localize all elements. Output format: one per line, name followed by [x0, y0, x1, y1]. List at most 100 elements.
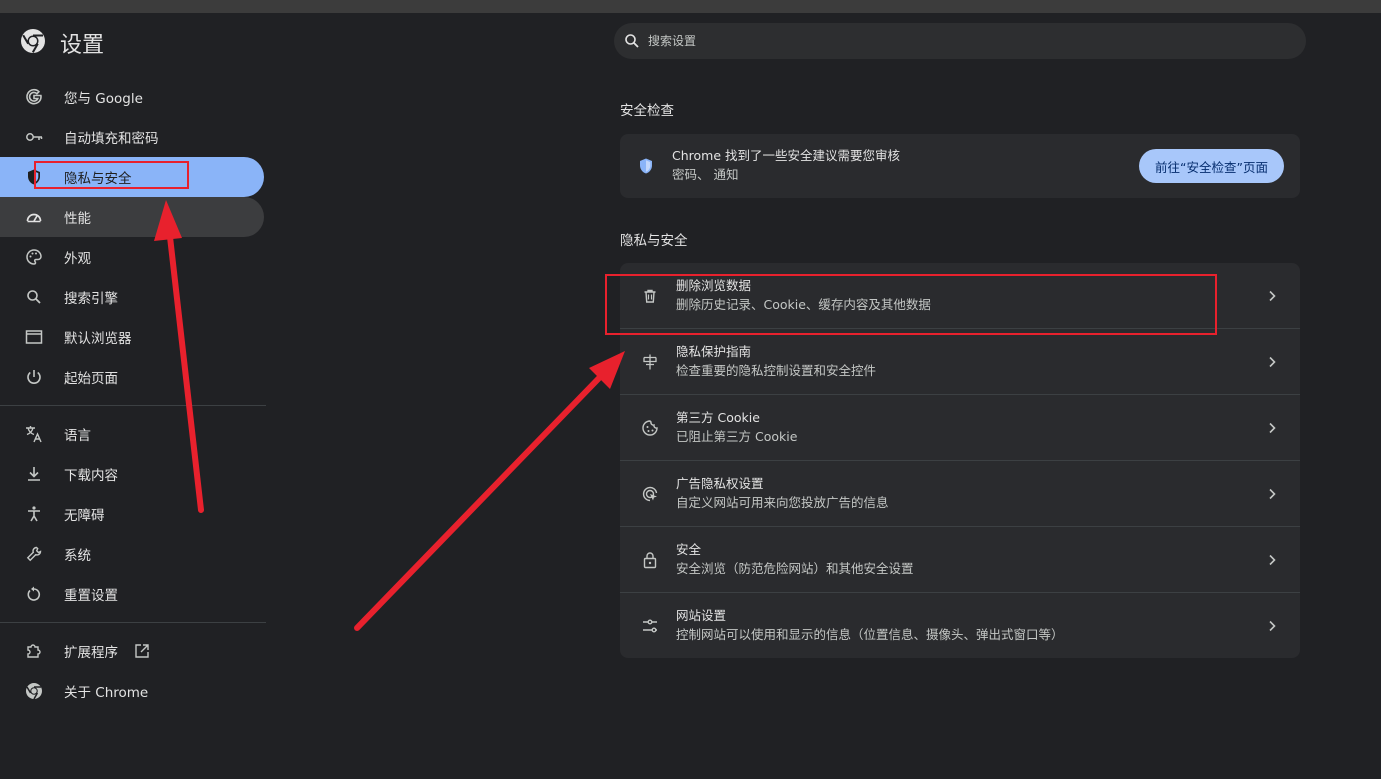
- ad-privacy-row[interactable]: 广告隐私权设置 自定义网站可用来向您投放广告的信息: [620, 460, 1300, 526]
- row-subtitle: 控制网站可以使用和显示的信息（位置信息、摄像头、弹出式窗口等）: [676, 626, 1064, 642]
- row-texts: 第三方 Cookie 已阻止第三方 Cookie: [676, 409, 1262, 447]
- sidebar-item-on-startup[interactable]: 起始页面: [0, 357, 266, 397]
- row-title: 第三方 Cookie: [676, 409, 760, 425]
- go-to-safety-check-button[interactable]: 前往“安全检查”页面: [1139, 149, 1284, 183]
- sidebar-item-accessibility[interactable]: 无障碍: [0, 494, 266, 534]
- sidebar-item-performance[interactable]: 性能: [0, 197, 264, 237]
- row-subtitle: 删除历史记录、Cookie、缓存内容及其他数据: [676, 296, 931, 312]
- sidebar-divider: [0, 622, 266, 623]
- google-g-icon: [24, 87, 44, 107]
- chevron-right-icon: [1262, 488, 1282, 500]
- search-icon: [24, 287, 44, 307]
- search-bar[interactable]: [614, 23, 1306, 59]
- tune-icon: [640, 616, 660, 636]
- chevron-right-icon: [1262, 356, 1282, 368]
- sidebar-item-label: 重置设置: [64, 588, 118, 604]
- row-title: 网站设置: [676, 607, 727, 623]
- sidebar-item-label: 关于 Chrome: [64, 685, 149, 701]
- chrome-logo-icon: [20, 28, 46, 58]
- clear-browsing-data-row[interactable]: 删除浏览数据 删除历史记录、Cookie、缓存内容及其他数据: [620, 263, 1300, 328]
- row-texts: 隐私保护指南 检查重要的隐私控制设置和安全控件: [676, 343, 1262, 381]
- safety-check-texts: Chrome 找到了一些安全建议需要您审核 密码、 通知: [672, 147, 1139, 185]
- sidebar-item-label: 自动填充和密码: [64, 131, 159, 147]
- key-icon: [24, 127, 44, 147]
- sidebar-item-default-browser[interactable]: 默认浏览器: [0, 317, 266, 357]
- sidebar-item-label: 起始页面: [64, 371, 118, 387]
- sidebar-item-about-chrome[interactable]: 关于 Chrome: [0, 671, 266, 711]
- trash-icon: [640, 286, 660, 306]
- safety-check-row: Chrome 找到了一些安全建议需要您审核 密码、 通知 前往“安全检查”页面: [620, 134, 1300, 198]
- sidebar-item-languages[interactable]: 语言: [0, 414, 266, 454]
- palette-icon: [24, 247, 44, 267]
- puzzle-icon: [24, 641, 44, 661]
- row-texts: 广告隐私权设置 自定义网站可用来向您投放广告的信息: [676, 475, 1262, 513]
- privacy-card: 删除浏览数据 删除历史记录、Cookie、缓存内容及其他数据 隐私保护指南 检查…: [620, 263, 1300, 658]
- row-title: 安全: [676, 541, 702, 557]
- search-icon: [624, 33, 640, 49]
- sidebar-item-label: 下载内容: [64, 468, 118, 484]
- ad-privacy-icon: [640, 484, 660, 504]
- privacy-guide-icon: [640, 352, 660, 372]
- sidebar-item-label: 搜索引擎: [64, 291, 118, 307]
- download-icon: [24, 464, 44, 484]
- chevron-right-icon: [1262, 554, 1282, 566]
- row-subtitle: 已阻止第三方 Cookie: [676, 428, 798, 444]
- sidebar-item-you-and-google[interactable]: 您与 Google: [0, 77, 266, 117]
- sidebar-item-label: 系统: [64, 548, 91, 564]
- sidebar-item-label: 隐私与安全: [64, 171, 132, 187]
- safety-check-card: Chrome 找到了一些安全建议需要您审核 密码、 通知 前往“安全检查”页面: [620, 134, 1300, 198]
- privacy-guide-row[interactable]: 隐私保护指南 检查重要的隐私控制设置和安全控件: [620, 328, 1300, 394]
- shield-check-icon: [636, 156, 656, 176]
- browser-window-icon: [24, 327, 44, 347]
- row-texts: 网站设置 控制网站可以使用和显示的信息（位置信息、摄像头、弹出式窗口等）: [676, 607, 1262, 645]
- sidebar-item-privacy[interactable]: 隐私与安全: [0, 157, 264, 197]
- sidebar-item-appearance[interactable]: 外观: [0, 237, 266, 277]
- row-subtitle: 自定义网站可用来向您投放广告的信息: [676, 494, 889, 510]
- site-settings-row[interactable]: 网站设置 控制网站可以使用和显示的信息（位置信息、摄像头、弹出式窗口等）: [620, 592, 1300, 658]
- wrench-icon: [24, 544, 44, 564]
- speedometer-icon: [24, 207, 44, 227]
- cookie-icon: [640, 418, 660, 438]
- window-top-strip: [0, 0, 1381, 13]
- chevron-right-icon: [1262, 290, 1282, 302]
- safety-check-section-title: 安全检查: [620, 103, 674, 119]
- annotation-arrow-content: [354, 351, 625, 631]
- app-header: 设置: [20, 27, 104, 59]
- privacy-section-title: 隐私与安全: [620, 233, 688, 249]
- reset-icon: [24, 584, 44, 604]
- chrome-logo-icon: [24, 681, 44, 701]
- third-party-cookies-row[interactable]: 第三方 Cookie 已阻止第三方 Cookie: [620, 394, 1300, 460]
- sidebar-item-reset[interactable]: 重置设置: [0, 574, 266, 614]
- translate-icon: [24, 424, 44, 444]
- lock-icon: [640, 550, 660, 570]
- sidebar-item-label: 无障碍: [64, 508, 105, 524]
- sidebar-item-label: 默认浏览器: [64, 331, 132, 347]
- sidebar-item-label: 扩展程序: [64, 645, 118, 661]
- chevron-right-icon: [1262, 422, 1282, 434]
- safety-check-title: Chrome 找到了一些安全建议需要您审核: [672, 148, 901, 163]
- sidebar-divider: [0, 405, 266, 406]
- row-texts: 安全 安全浏览（防范危险网站）和其他安全设置: [676, 541, 1262, 579]
- accessibility-icon: [24, 504, 44, 524]
- sidebar-item-system[interactable]: 系统: [0, 534, 266, 574]
- open-in-new-icon: [134, 643, 150, 659]
- sidebar-item-autofill[interactable]: 自动填充和密码: [0, 117, 266, 157]
- sidebar-item-extensions[interactable]: 扩展程序: [0, 631, 266, 671]
- shield-icon: [24, 167, 44, 187]
- row-subtitle: 安全浏览（防范危险网站）和其他安全设置: [676, 560, 914, 576]
- sidebar-item-label: 外观: [64, 251, 91, 267]
- sidebar-item-label: 性能: [64, 211, 91, 227]
- power-icon: [24, 367, 44, 387]
- chevron-right-icon: [1262, 620, 1282, 632]
- sidebar-item-downloads[interactable]: 下载内容: [0, 454, 266, 494]
- sidebar-item-search-engine[interactable]: 搜索引擎: [0, 277, 266, 317]
- search-input[interactable]: [646, 33, 1250, 49]
- row-title: 隐私保护指南: [676, 343, 752, 359]
- sidebar-item-label: 您与 Google: [64, 91, 143, 107]
- row-subtitle: 检查重要的隐私控制设置和安全控件: [676, 362, 877, 378]
- row-texts: 删除浏览数据 删除历史记录、Cookie、缓存内容及其他数据: [676, 277, 1262, 315]
- security-row[interactable]: 安全 安全浏览（防范危险网站）和其他安全设置: [620, 526, 1300, 592]
- row-title: 删除浏览数据: [676, 277, 752, 293]
- safety-check-subtitle: 密码、 通知: [672, 167, 739, 182]
- sidebar: 您与 Google 自动填充和密码 隐私与安全 性能 外观 搜索引擎 默认浏览器…: [0, 77, 266, 711]
